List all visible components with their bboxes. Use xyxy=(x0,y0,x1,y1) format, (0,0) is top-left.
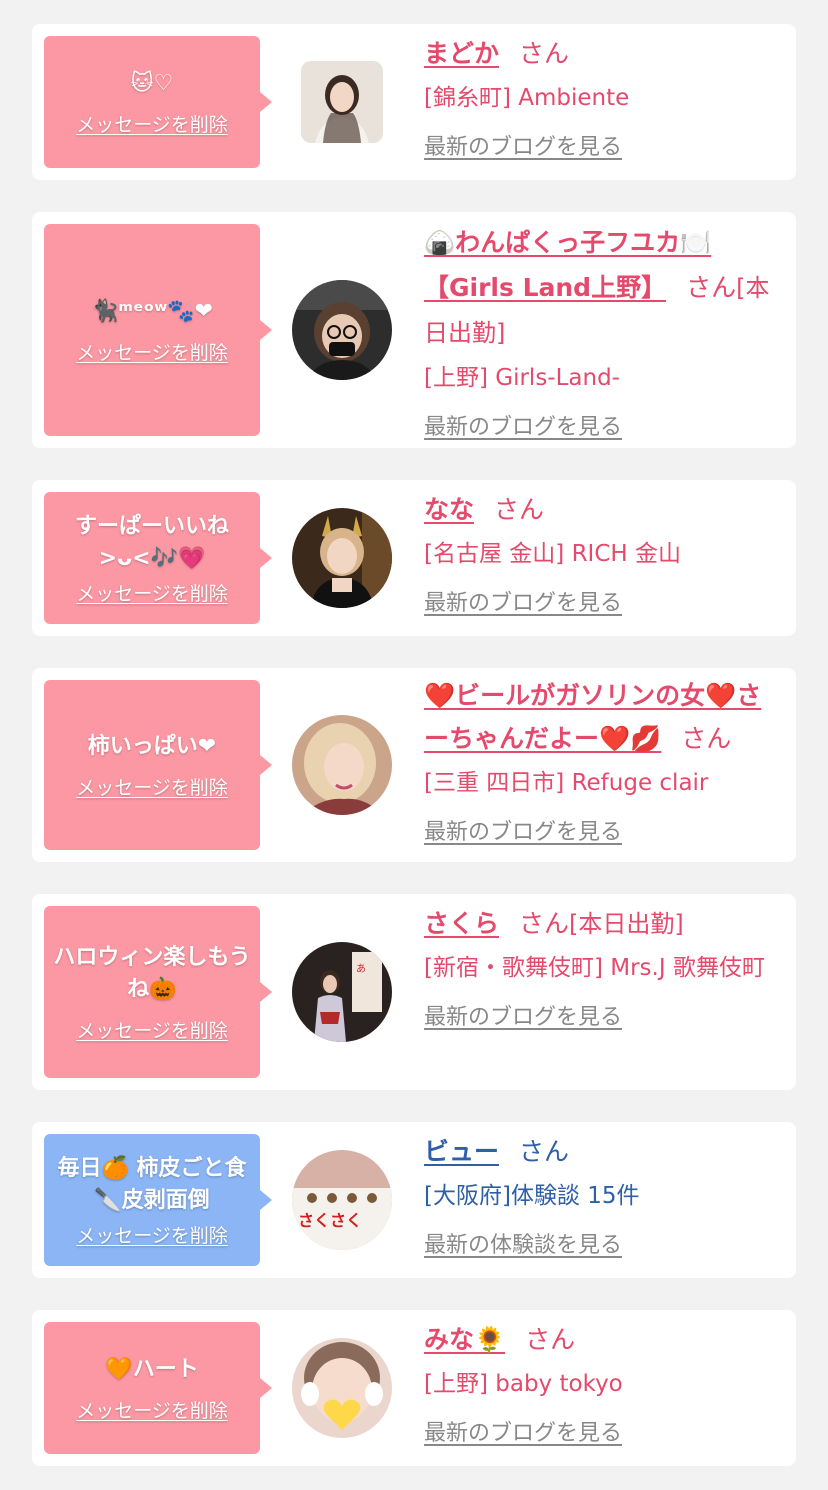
honorific: さん xyxy=(494,495,545,524)
latest-review-link[interactable]: 最新の体験談を見る xyxy=(424,1233,622,1258)
message-list: 🐱♡ メッセージを削除 まどか さん [錦糸町] Ambiente 最新のブログを… xyxy=(0,0,828,1490)
message-bubble: 🧡ハート メッセージを削除 xyxy=(44,1322,272,1454)
status-suffix: [本日出勤] xyxy=(569,910,684,938)
message-bubble: すーぱーいいね>ᴗ<🎶💗 メッセージを削除 xyxy=(44,492,272,624)
sender-name-link[interactable]: なな xyxy=(424,495,474,524)
sender-name-link[interactable]: さくら xyxy=(424,909,499,938)
delete-message-link[interactable]: メッセージを削除 xyxy=(76,1221,228,1248)
shop-info: [三重 四日市] Refuge clair xyxy=(424,770,709,796)
shop-info: [錦糸町] Ambiente xyxy=(424,85,630,111)
sender-name-link[interactable]: 🍙わんぱくっ子フユカ🍽️【Girls Land上野】 xyxy=(424,228,711,302)
latest-blog-link[interactable]: 最新のブログを見る xyxy=(424,591,622,616)
svg-text:あ: あ xyxy=(356,963,366,975)
delete-message-link[interactable]: メッセージを削除 xyxy=(76,579,228,606)
message-card: ハロウィン楽しもうね🎃 メッセージを削除 あ さくら さん[本日出勤] [新宿・歌… xyxy=(32,894,796,1090)
latest-blog-link[interactable]: 最新のブログを見る xyxy=(424,820,622,845)
delete-message-link[interactable]: メッセージを削除 xyxy=(76,110,228,137)
message-text: 毎日🍊 柿皮ごと食🔪皮剥面倒 xyxy=(57,1155,247,1213)
avatar[interactable]: さくさく xyxy=(292,1150,392,1250)
message-text: ハロウィン楽しもうね🎃 xyxy=(53,944,251,1002)
message-text: 🐈‍⬛ᵐᵉᵒʷ🐾❤ xyxy=(90,298,214,324)
message-card: 🧡ハート メッセージを削除 みな🌻 さん [上野] baby tokyo 最新のブ… xyxy=(32,1310,796,1466)
honorific: さん xyxy=(525,1325,576,1354)
delete-message-link[interactable]: メッセージを削除 xyxy=(76,773,228,800)
message-card: 🐱♡ メッセージを削除 まどか さん [錦糸町] Ambiente 最新のブログを… xyxy=(32,24,796,180)
avatar[interactable] xyxy=(292,715,392,815)
sender-name-link[interactable]: まどか xyxy=(424,39,499,68)
message-card: 毎日🍊 柿皮ごと食🔪皮剥面倒 メッセージを削除 さくさく ビュー さん [大阪府]… xyxy=(32,1122,796,1278)
message-text: 柿いっぱい❤ xyxy=(87,733,217,759)
delete-message-link[interactable]: メッセージを削除 xyxy=(76,1396,228,1423)
honorific: さん xyxy=(686,273,737,302)
message-text: 🐱♡ xyxy=(130,70,174,96)
honorific: さん xyxy=(519,909,570,938)
avatar[interactable] xyxy=(301,61,383,143)
sender-name-link[interactable]: ビュー xyxy=(424,1137,499,1166)
avatar[interactable]: あ xyxy=(292,942,392,1042)
honorific: さん xyxy=(681,724,732,753)
delete-message-link[interactable]: メッセージを削除 xyxy=(76,338,228,365)
shop-info: [上野] baby tokyo xyxy=(424,1371,623,1397)
honorific: さん xyxy=(519,1137,570,1166)
shop-info: [大阪府]体験談 15件 xyxy=(424,1183,640,1209)
message-text: すーぱーいいね>ᴗ<🎶💗 xyxy=(74,513,229,571)
message-card: 🐈‍⬛ᵐᵉᵒʷ🐾❤ メッセージを削除 🍙わんぱくっ子フユカ🍽️【Girls La… xyxy=(32,212,796,448)
avatar[interactable] xyxy=(292,280,392,380)
avatar[interactable] xyxy=(292,1338,392,1438)
message-bubble: 毎日🍊 柿皮ごと食🔪皮剥面倒 メッセージを削除 xyxy=(44,1134,272,1266)
latest-blog-link[interactable]: 最新のブログを見る xyxy=(424,1421,622,1446)
message-card: すーぱーいいね>ᴗ<🎶💗 メッセージを削除 なな さん [名古屋 金山] RICH… xyxy=(32,480,796,636)
message-bubble: 🐱♡ メッセージを削除 xyxy=(44,36,272,168)
svg-text:さくさく: さくさく xyxy=(298,1211,362,1230)
latest-blog-link[interactable]: 最新のブログを見る xyxy=(424,415,622,440)
shop-info: [名古屋 金山] RICH 金山 xyxy=(424,541,681,567)
shop-info: [上野] Girls-Land- xyxy=(424,365,620,391)
delete-message-link[interactable]: メッセージを削除 xyxy=(76,1016,228,1043)
avatar[interactable] xyxy=(292,508,392,608)
message-card: 柿いっぱい❤ メッセージを削除 ❤️ビールがガソリンの女❤️さーちゃんだよー❤️… xyxy=(32,668,796,862)
latest-blog-link[interactable]: 最新のブログを見る xyxy=(424,1005,622,1030)
latest-blog-link[interactable]: 最新のブログを見る xyxy=(424,135,622,160)
honorific: さん xyxy=(519,39,570,68)
message-bubble: ハロウィン楽しもうね🎃 メッセージを削除 xyxy=(44,906,272,1078)
shop-info: [新宿・歌舞伎町] Mrs.J 歌舞伎町 xyxy=(424,955,765,981)
message-bubble: 柿いっぱい❤ メッセージを削除 xyxy=(44,680,272,850)
message-bubble: 🐈‍⬛ᵐᵉᵒʷ🐾❤ メッセージを削除 xyxy=(44,224,272,436)
message-text: 🧡ハート xyxy=(105,1356,199,1382)
sender-name-link[interactable]: みな🌻 xyxy=(424,1325,505,1354)
